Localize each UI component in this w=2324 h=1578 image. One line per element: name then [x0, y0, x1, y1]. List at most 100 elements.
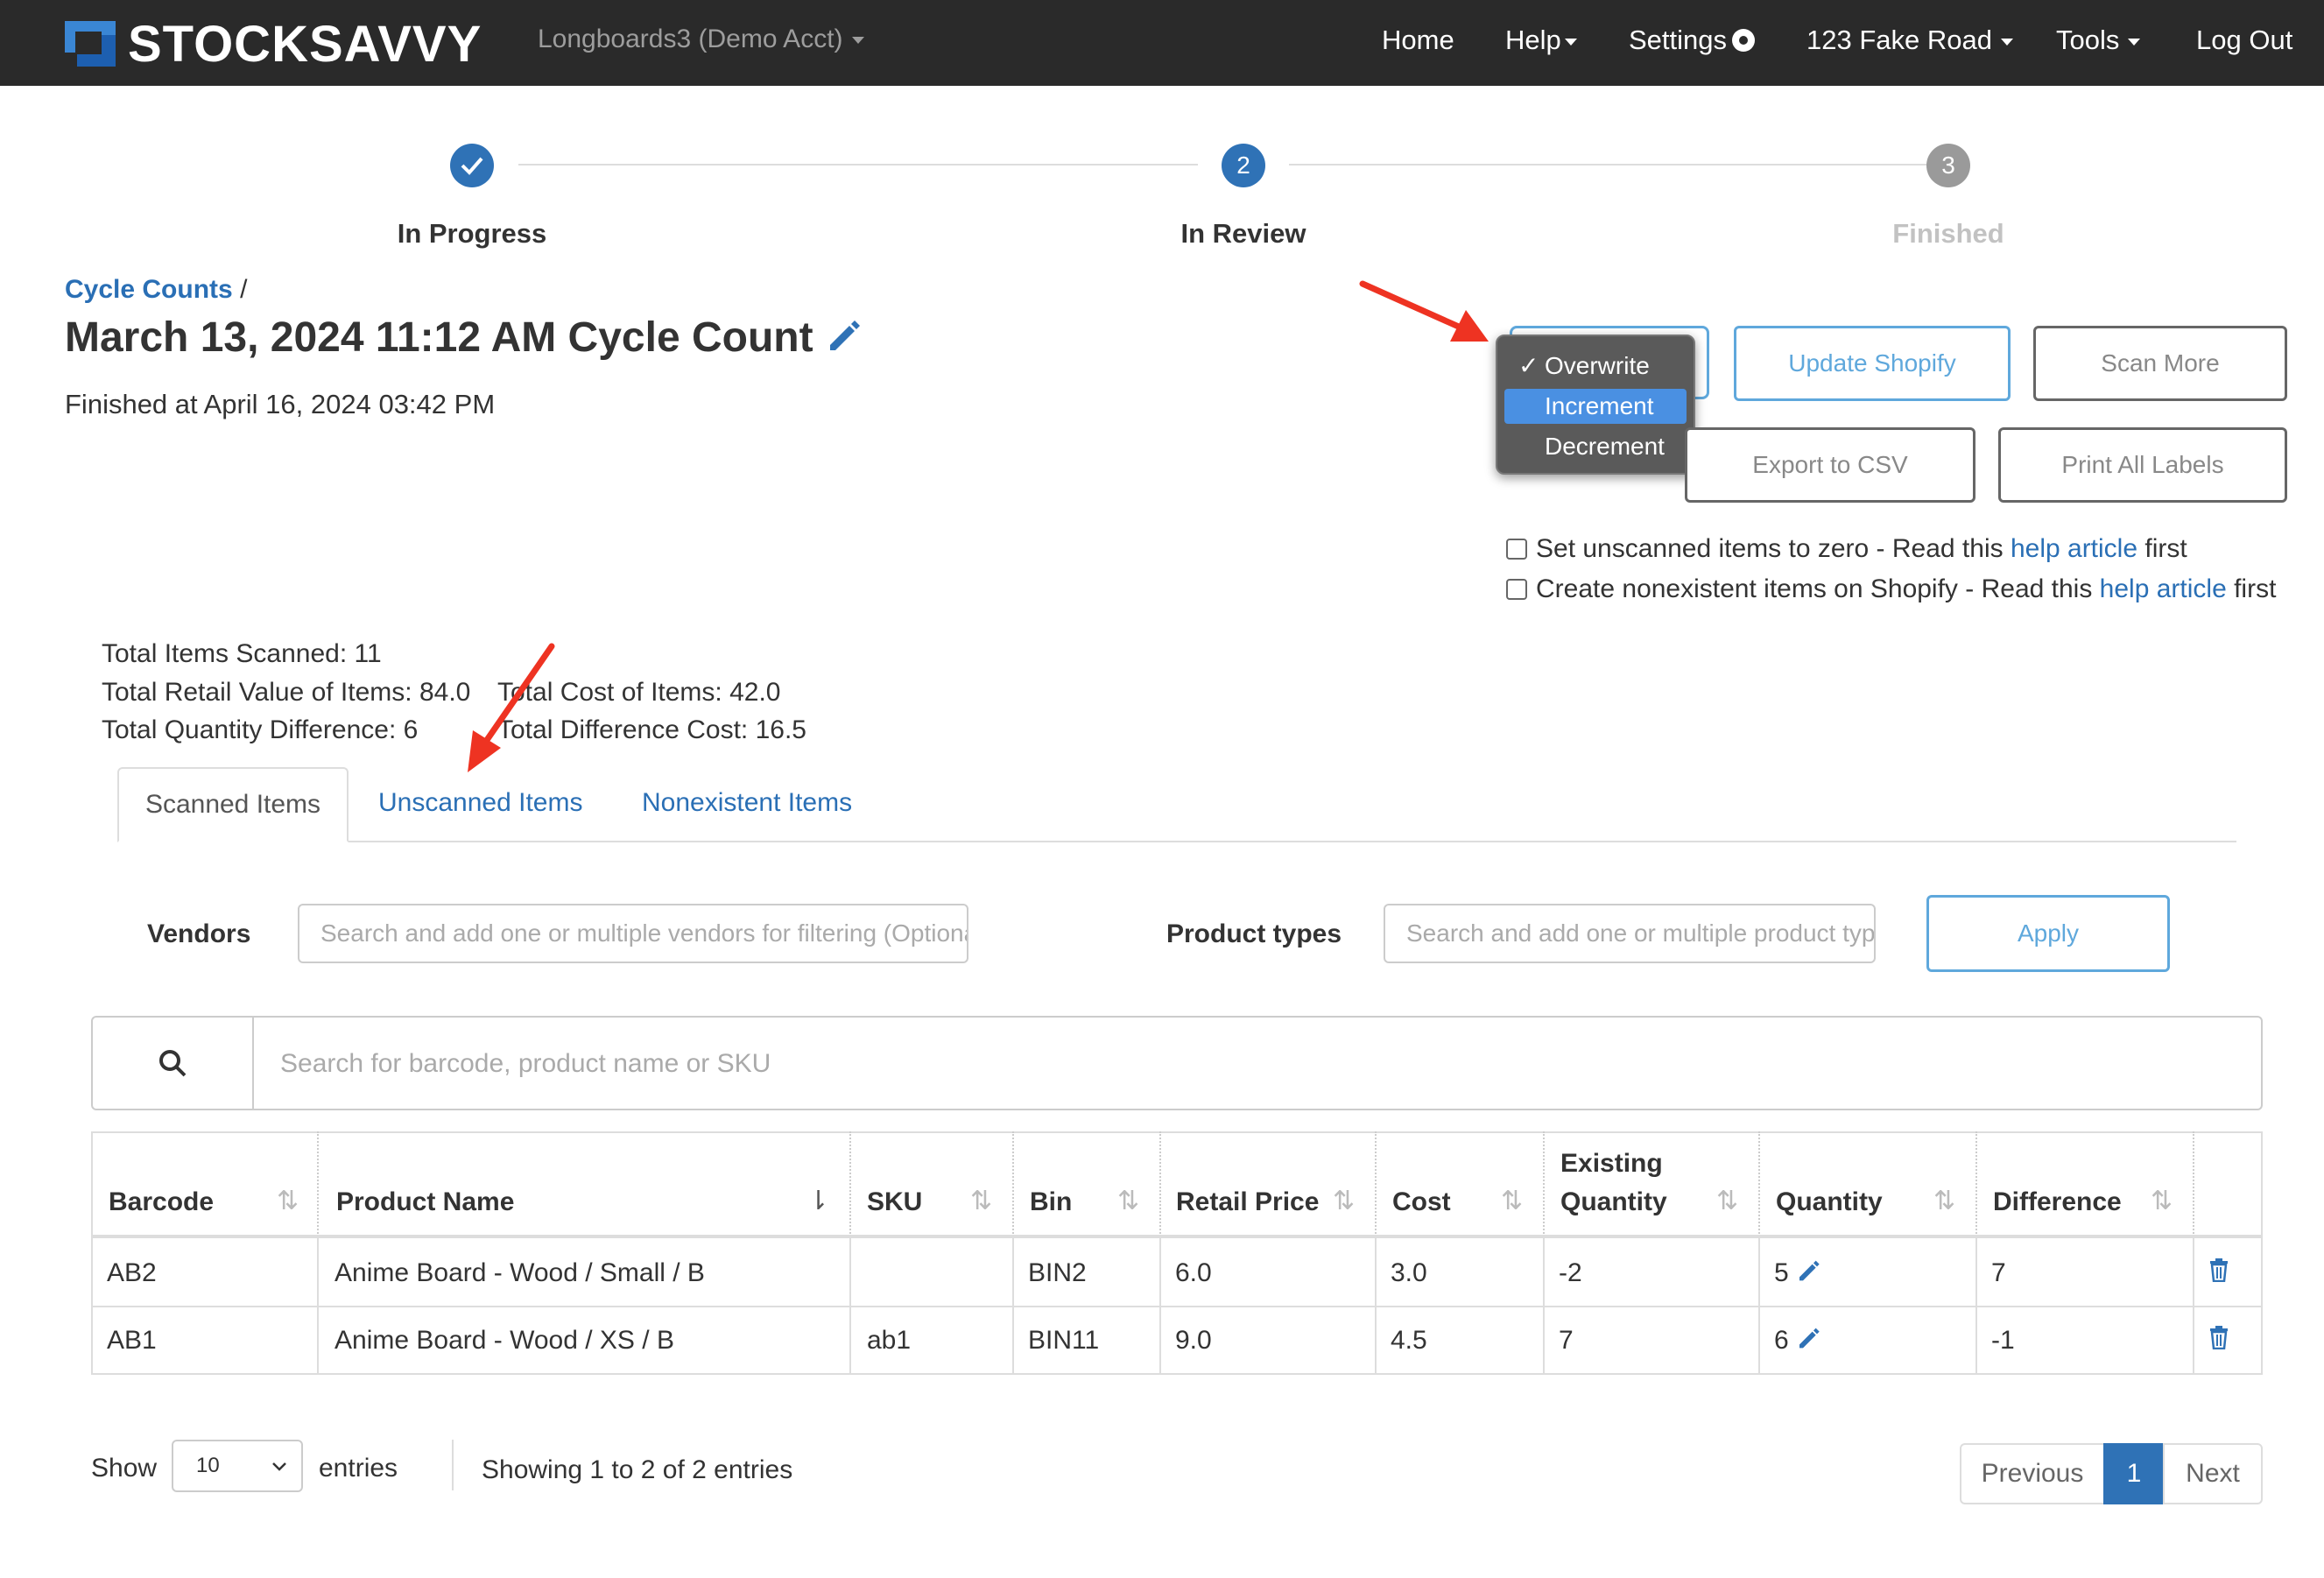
nav-settings[interactable]: Settings	[1629, 25, 1756, 56]
show-label: Show	[91, 1454, 158, 1483]
annotation-arrow-icon	[468, 643, 555, 772]
step-3-indicator: 3	[1926, 144, 1970, 187]
column-separator	[1543, 1131, 1545, 1236]
check-icon: ✓	[1518, 352, 1539, 379]
stepper-line	[518, 164, 1198, 166]
header-existing-line2[interactable]: Quantity	[1560, 1187, 1667, 1217]
sort-icon[interactable]: ⇅	[1933, 1186, 1955, 1216]
footer-divider	[452, 1440, 454, 1490]
top-navbar: STOCKSAVVY Longboards3 (Demo Acct) Home …	[0, 0, 2324, 86]
menu-item-decrement[interactable]: Decrement	[1504, 429, 1687, 464]
sort-icon[interactable]: ⇅	[2151, 1186, 2173, 1216]
column-separator	[1375, 1131, 1377, 1236]
nav-help-label: Help	[1505, 25, 1561, 55]
search-icon	[93, 1018, 254, 1109]
pagination-next[interactable]: Next	[2163, 1443, 2263, 1504]
trash-icon[interactable]	[2208, 1325, 2229, 1356]
cell-bin: BIN2	[1028, 1258, 1087, 1287]
nav-tools[interactable]: Tools	[2056, 25, 2141, 56]
table-border	[91, 1131, 93, 1375]
pagination-page-1[interactable]: 1	[2103, 1443, 2165, 1504]
option-text: Set unscanned items to zero - Read this	[1536, 534, 2011, 563]
zero-unscanned-checkbox[interactable]	[1506, 539, 1527, 560]
sort-icon[interactable]: ⇅	[1333, 1186, 1355, 1216]
product-types-input[interactable]: Search and add one or multiple product t…	[1384, 904, 1876, 963]
tab-unscanned-items[interactable]: Unscanned Items	[378, 788, 582, 818]
tab-scanned-items[interactable]: Scanned Items	[117, 767, 349, 842]
option-zero-unscanned: Set unscanned items to zero - Read this …	[1506, 534, 2187, 564]
step-1-label: In Progress	[397, 218, 547, 249]
stat-total-retail: Total Retail Value of Items: 84.0	[102, 678, 471, 707]
pagination-previous[interactable]: Previous	[1960, 1443, 2105, 1504]
quantity-value: 5	[1774, 1258, 1789, 1287]
column-separator	[1159, 1131, 1161, 1236]
menu-item-label: Decrement	[1545, 433, 1665, 460]
export-csv-button[interactable]: Export to CSV	[1685, 427, 1975, 503]
page-title-text: March 13, 2024 11:12 AM Cycle Count	[65, 314, 813, 361]
sort-icon[interactable]: ⇅	[970, 1186, 992, 1216]
column-separator	[1012, 1131, 1014, 1236]
breadcrumb-cycle-counts[interactable]: Cycle Counts	[65, 275, 233, 304]
sort-icon[interactable]: ⇅	[277, 1186, 299, 1216]
cell-existing: -2	[1559, 1258, 1582, 1287]
header-sku[interactable]: SKU	[867, 1187, 922, 1217]
help-article-link[interactable]: help article	[2011, 534, 2137, 564]
header-divider	[91, 1235, 2263, 1238]
chevron-down-icon	[2000, 38, 2013, 46]
apply-button[interactable]: Apply	[1926, 895, 2170, 972]
header-cost[interactable]: Cost	[1392, 1187, 1451, 1217]
help-article-link[interactable]: help article	[2100, 574, 2227, 604]
nav-location[interactable]: 123 Fake Road	[1806, 25, 2013, 56]
chevron-down-icon	[271, 1454, 287, 1478]
cell-difference: -1	[1991, 1326, 2015, 1355]
scan-more-button[interactable]: Scan More	[2033, 326, 2287, 401]
print-labels-button[interactable]: Print All Labels	[1998, 427, 2287, 503]
stat-total-scanned: Total Items Scanned: 11	[102, 639, 382, 668]
menu-item-increment[interactable]: Increment	[1504, 389, 1687, 424]
sort-icon[interactable]: ⇅	[1716, 1186, 1738, 1216]
column-separator	[2193, 1131, 2194, 1236]
option-text: first	[2226, 574, 2277, 603]
header-difference[interactable]: Difference	[1993, 1187, 2122, 1217]
page-size-select[interactable]: 10	[172, 1440, 303, 1492]
trash-icon[interactable]	[2208, 1257, 2229, 1289]
breadcrumb-separator: /	[240, 275, 248, 304]
header-product-name[interactable]: Product Name	[336, 1187, 514, 1217]
edit-pencil-icon[interactable]	[1796, 1258, 1820, 1290]
row-divider	[91, 1306, 2263, 1307]
header-existing-line1[interactable]: Existing	[1560, 1149, 1663, 1179]
tab-underline	[117, 841, 2236, 842]
nav-home[interactable]: Home	[1382, 25, 1454, 56]
tab-nonexistent-items[interactable]: Nonexistent Items	[642, 788, 852, 818]
update-shopify-button[interactable]: Update Shopify	[1734, 326, 2011, 401]
entries-summary: Showing 1 to 2 of 2 entries	[482, 1455, 793, 1484]
cell-cost: 4.5	[1391, 1326, 1427, 1355]
nav-help[interactable]: Help	[1505, 25, 1577, 56]
column-separator	[1758, 1131, 1760, 1236]
cell-sku: ab1	[867, 1326, 912, 1355]
header-retail-price[interactable]: Retail Price	[1176, 1187, 1319, 1217]
nav-tools-label: Tools	[2056, 25, 2120, 55]
sort-desc-icon[interactable]: ⇂	[807, 1186, 829, 1216]
header-quantity[interactable]: Quantity	[1776, 1187, 1883, 1217]
create-nonexistent-checkbox[interactable]	[1506, 579, 1527, 600]
cell-quantity: 6	[1774, 1326, 1820, 1357]
search-input[interactable]: Search for barcode, product name or SKU	[280, 1049, 771, 1079]
sort-icon[interactable]: ⇅	[1117, 1186, 1139, 1216]
edit-pencil-icon[interactable]	[825, 316, 862, 364]
vendors-input[interactable]: Search and add one or multiple vendors f…	[298, 904, 968, 963]
cell-product-name: Anime Board - Wood / XS / B	[335, 1326, 674, 1355]
column-separator	[849, 1131, 851, 1236]
header-bin[interactable]: Bin	[1030, 1187, 1072, 1217]
header-barcode[interactable]: Barcode	[109, 1187, 214, 1217]
stepper-line	[1289, 164, 1926, 166]
sort-icon[interactable]: ⇅	[1501, 1186, 1523, 1216]
cell-quantity: 5	[1774, 1258, 1820, 1290]
nav-logout[interactable]: Log Out	[2196, 25, 2292, 56]
step-done-icon	[450, 144, 494, 187]
column-separator	[317, 1131, 319, 1236]
menu-item-overwrite[interactable]: ✓ Overwrite	[1504, 349, 1687, 384]
vendors-label: Vendors	[147, 919, 251, 948]
chevron-down-icon	[2128, 38, 2141, 46]
edit-pencil-icon[interactable]	[1796, 1326, 1820, 1357]
